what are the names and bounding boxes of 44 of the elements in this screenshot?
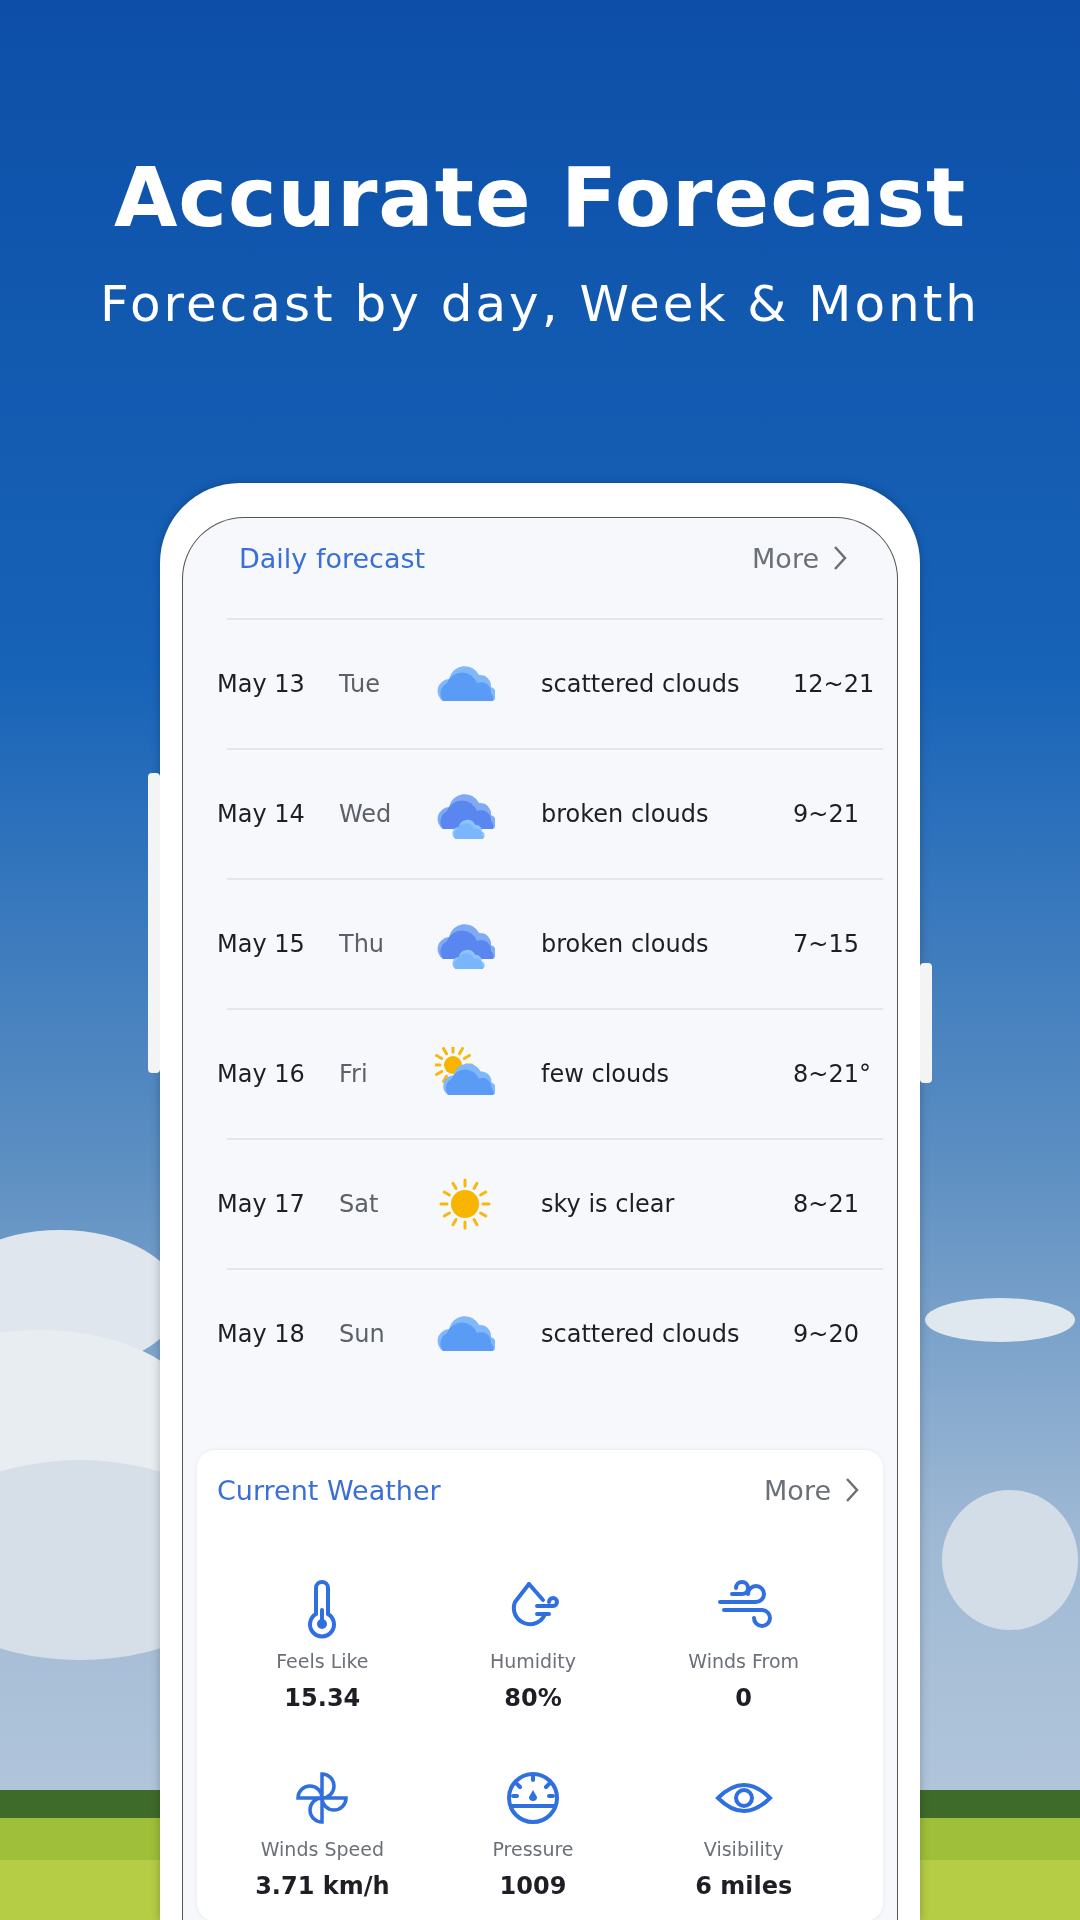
forecast-day: Fri [339, 1060, 435, 1088]
chevron-right-icon [845, 1477, 859, 1503]
headline-title: Accurate Forecast [113, 150, 967, 245]
headline-subtitle: Forecast by day, Week & Month [100, 275, 980, 333]
metric-value: 0 [735, 1684, 752, 1712]
forecast-date: May 16 [217, 1060, 306, 1088]
forecast-temperature: 8~21 [793, 1190, 859, 1218]
metric-value: 3.71 km/h [255, 1872, 390, 1900]
forecast-date: May 17 [217, 1190, 306, 1218]
forecast-day: Thu [339, 930, 435, 958]
forecast-temperature: 9~20 [793, 1320, 859, 1348]
forecast-description: broken clouds [541, 930, 710, 958]
chevron-right-icon [833, 545, 847, 571]
forecast-temperature: 7~15 [793, 930, 859, 958]
forecast-day: Sun [339, 1320, 435, 1348]
section-title: Current Weather [217, 1474, 441, 1506]
forecast-date: May 18 [217, 1320, 306, 1348]
forecast-date: May 14 [217, 800, 306, 828]
metric-value: 15.34 [284, 1684, 361, 1712]
forecast-description: scattered clouds [541, 670, 741, 698]
forecast-description: scattered clouds [541, 1320, 741, 1348]
metric-value: 6 miles [695, 1872, 793, 1900]
metric-label: Winds From [688, 1650, 800, 1672]
forecast-temperature: 12~21 [793, 670, 875, 698]
more-link[interactable]: More [752, 542, 847, 574]
forecast-date: May 13 [217, 670, 306, 698]
metric-label: Winds Speed [260, 1838, 384, 1860]
forecast-description: broken clouds [541, 800, 710, 828]
metric-value: 1009 [499, 1872, 567, 1900]
forecast-description: sky is clear [541, 1190, 676, 1218]
forecast-description: few clouds [541, 1060, 670, 1088]
forecast-date: May 15 [217, 930, 306, 958]
metric-label: Pressure [492, 1838, 574, 1860]
section-title: Daily forecast [239, 542, 426, 574]
metric-value: 80% [504, 1684, 562, 1712]
metric-label: Feels Like [276, 1650, 369, 1672]
metric-label: Visibility [703, 1838, 784, 1860]
forecast-temperature: 9~21 [793, 800, 859, 828]
forecast-day: Sat [339, 1190, 435, 1218]
metric-label: Humidity [489, 1650, 577, 1672]
forecast-day: Tue [339, 670, 435, 698]
more-link[interactable]: More [764, 1474, 859, 1506]
forecast-temperature: 8~21° [793, 1060, 871, 1088]
forecast-day: Wed [339, 800, 435, 828]
